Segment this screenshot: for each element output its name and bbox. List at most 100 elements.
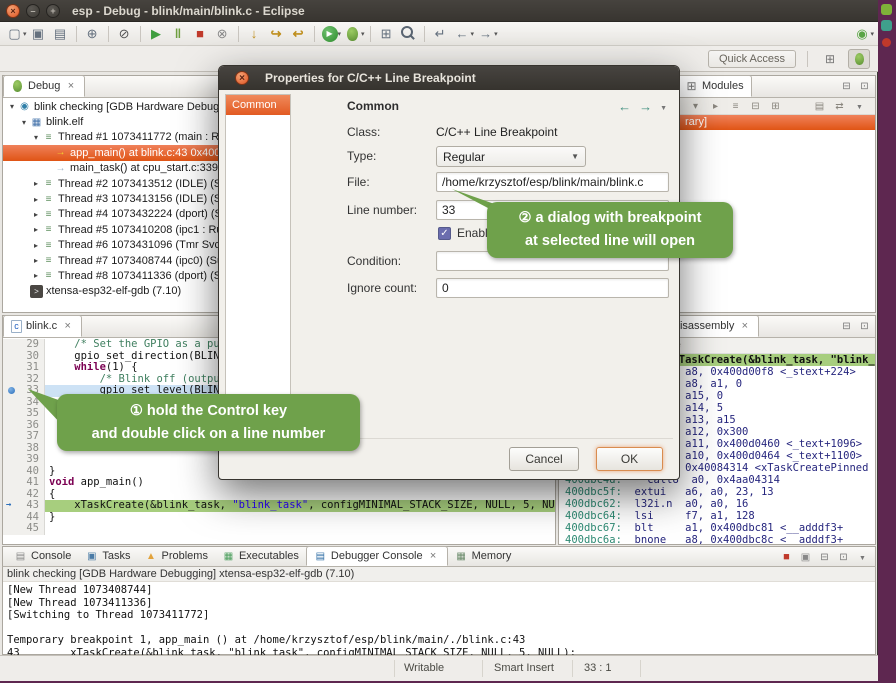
maximize-view-icon[interactable]	[858, 319, 871, 333]
suspend-icon[interactable]	[168, 24, 189, 44]
window-close-icon[interactable]: ×	[6, 4, 20, 18]
window-maximize-icon[interactable]: +	[46, 4, 60, 18]
forward-icon[interactable]	[475, 24, 496, 44]
forward-icon[interactable]: →	[639, 99, 652, 114]
modules-tab-icon	[685, 79, 698, 93]
tab-memory[interactable]: Memory	[448, 546, 519, 566]
console-output[interactable]: [New Thread 1073408744] [New Thread 1073…	[3, 582, 875, 661]
expander-icon[interactable]	[31, 241, 41, 250]
print-icon[interactable]	[50, 24, 71, 44]
nav-item-common[interactable]: Common	[226, 95, 290, 115]
maximize-view-icon[interactable]	[837, 550, 850, 564]
toolbar-overflow-icon[interactable]: ▾	[870, 30, 874, 38]
tab-blink-c[interactable]: blink.c	[3, 315, 82, 337]
view-menu-icon[interactable]	[660, 97, 667, 115]
cancel-button[interactable]: Cancel	[509, 447, 579, 471]
line-number[interactable]: 31	[20, 362, 45, 374]
minimize-view-icon[interactable]	[840, 79, 853, 93]
tab-debugger-console[interactable]: Debugger Console	[306, 546, 448, 566]
resume-icon[interactable]	[146, 24, 167, 44]
tab-executables[interactable]: Executables	[215, 546, 306, 566]
back-dropdown-icon[interactable]: ▾	[471, 30, 475, 38]
expander-icon[interactable]	[19, 118, 29, 127]
view-menu-icon[interactable]	[856, 550, 869, 564]
thread-icon	[42, 254, 55, 267]
profile-icon[interactable]	[851, 24, 872, 44]
line-number[interactable]: 41	[20, 477, 45, 489]
enabled-checkbox[interactable]	[438, 227, 451, 240]
file-label: File:	[347, 175, 370, 189]
back-icon[interactable]: ←	[618, 99, 631, 114]
close-tab-icon[interactable]	[738, 319, 751, 333]
last-edit-location-icon[interactable]	[430, 24, 451, 44]
tab-console[interactable]: Console	[7, 546, 78, 566]
quick-access-button[interactable]: Quick Access	[708, 50, 796, 68]
tab-debug[interactable]: Debug	[3, 75, 85, 97]
open-perspective-icon[interactable]	[819, 49, 841, 69]
new-project-icon[interactable]	[376, 24, 397, 44]
maximize-view-icon[interactable]	[858, 79, 871, 93]
type-dropdown[interactable]: Regular▼	[436, 146, 586, 167]
line-number[interactable]: 35	[20, 408, 45, 420]
chevron-down-icon: ▼	[571, 152, 579, 161]
toolbar-separator	[807, 51, 808, 67]
line-number[interactable]: 37	[20, 431, 45, 443]
filter-icon[interactable]: ▤	[813, 100, 826, 113]
skip-breakpoints-icon[interactable]	[114, 24, 135, 44]
expander-icon[interactable]	[31, 195, 41, 204]
step-return-icon[interactable]	[288, 24, 309, 44]
line-number[interactable]: 39	[20, 454, 45, 466]
expand-all-icon[interactable]: ▸	[709, 100, 722, 113]
window-minimize-icon[interactable]: –	[26, 4, 40, 18]
view-menu-icon[interactable]	[853, 100, 866, 113]
terminate-icon[interactable]	[190, 24, 211, 44]
link-editor-icon[interactable]: ⇄	[833, 100, 846, 113]
line-number[interactable]: 29	[20, 339, 45, 351]
collapse-all-icon[interactable]: ▾	[689, 100, 702, 113]
tab-modules[interactable]: Modules	[677, 75, 752, 97]
expander-icon[interactable]	[31, 256, 41, 265]
step-into-icon[interactable]	[244, 24, 265, 44]
tab-tasks[interactable]: Tasks	[78, 546, 137, 566]
build-icon[interactable]	[82, 24, 103, 44]
run-dropdown-icon[interactable]: ▾	[338, 30, 342, 38]
forward-dropdown-icon[interactable]: ▾	[494, 30, 498, 38]
debug-perspective-icon[interactable]	[848, 49, 870, 69]
ok-button[interactable]: OK	[596, 447, 663, 471]
dialog-close-icon[interactable]: ×	[235, 71, 249, 85]
terminate-console-icon[interactable]	[780, 550, 793, 564]
add-icon[interactable]: ⊞	[769, 100, 782, 113]
run-icon[interactable]	[322, 26, 338, 42]
disconnect-icon[interactable]	[212, 24, 233, 44]
close-tab-icon[interactable]	[64, 79, 77, 93]
save-icon[interactable]	[28, 24, 49, 44]
remove-icon[interactable]: ⊟	[749, 100, 762, 113]
expander-icon[interactable]	[7, 102, 17, 111]
minimize-view-icon[interactable]	[840, 319, 853, 333]
breakpoint-marker-icon[interactable]	[3, 385, 20, 397]
tab-problems[interactable]: Problems	[137, 546, 214, 566]
file-field[interactable]: /home/krzysztof/esp/blink/main/blink.c	[436, 172, 669, 192]
new-wizard-icon[interactable]	[4, 24, 25, 44]
expander-icon[interactable]	[31, 225, 41, 234]
search-icon[interactable]	[398, 24, 419, 44]
view-layout-icon[interactable]: ≡	[729, 100, 742, 113]
line-number[interactable]: 33	[20, 385, 45, 397]
debug-icon[interactable]	[347, 27, 358, 41]
line-number[interactable]: 43	[20, 500, 45, 512]
expander-icon[interactable]	[31, 133, 41, 142]
expander-icon[interactable]	[31, 210, 41, 219]
back-icon[interactable]	[452, 24, 473, 44]
pin-console-icon[interactable]	[799, 550, 812, 564]
debug-dropdown-icon[interactable]: ▾	[361, 30, 365, 38]
line-number[interactable]: 45	[20, 523, 45, 535]
ignore-count-field[interactable]: 0	[436, 278, 669, 298]
new-dropdown-icon[interactable]: ▾	[23, 30, 27, 38]
close-tab-icon[interactable]	[427, 549, 440, 563]
close-tab-icon[interactable]	[61, 319, 74, 333]
minimize-view-icon[interactable]	[818, 550, 831, 564]
launch-icon	[18, 100, 31, 113]
step-over-icon[interactable]	[266, 24, 287, 44]
expander-icon[interactable]	[31, 179, 41, 188]
expander-icon[interactable]	[31, 271, 41, 280]
